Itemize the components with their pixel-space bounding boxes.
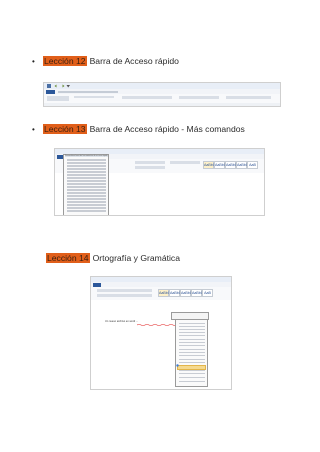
suggestion-item[interactable]	[179, 326, 205, 328]
style-title: AaB	[247, 161, 258, 169]
menu-item[interactable]	[67, 177, 106, 179]
menu-item[interactable]	[179, 359, 205, 361]
menu-item[interactable]	[67, 201, 106, 203]
menu-item[interactable]	[67, 210, 106, 212]
ribbon-controls-a	[47, 96, 69, 101]
ribbon-controls-e	[226, 96, 271, 99]
font-controls	[97, 289, 152, 292]
document-page	[91, 300, 231, 389]
spelling-underline	[137, 324, 177, 326]
lesson-number: Lección 12	[43, 56, 87, 66]
menu-item[interactable]	[67, 165, 106, 167]
undo-icon	[54, 84, 57, 88]
document-text: Un nuevo archivo en word ...	[105, 320, 139, 323]
font-controls-2	[135, 166, 165, 169]
menu-item[interactable]	[67, 162, 106, 164]
menu-item[interactable]	[67, 204, 106, 206]
bullet: •	[32, 57, 35, 66]
suggestion-item[interactable]	[179, 329, 205, 331]
menu-item[interactable]	[179, 342, 205, 344]
tab-file	[46, 89, 55, 94]
menu-item[interactable]	[67, 183, 106, 185]
menu-item[interactable]	[67, 207, 106, 209]
lesson-title: Barra de Acceso rápido - Más comandos	[89, 124, 245, 134]
menu-item[interactable]	[179, 349, 205, 351]
bullet: •	[32, 125, 35, 134]
lesson-heading-12: Lección 12 Barra de Acceso rápido	[43, 56, 179, 67]
menu-item[interactable]	[67, 192, 106, 194]
screenshot-quick-access-bar	[43, 82, 281, 107]
menu-item[interactable]	[179, 381, 205, 383]
lesson-heading-14: Lección 14 Ortografía y Gramática	[46, 253, 180, 264]
menu-item[interactable]	[67, 159, 106, 161]
ribbon-controls-b	[74, 96, 114, 98]
menu-item[interactable]	[179, 370, 205, 372]
spelling-check-icon	[176, 364, 179, 367]
lesson-number: Lección 13	[43, 124, 87, 134]
customize-toolbar-icon	[66, 85, 70, 88]
menu-item[interactable]	[67, 189, 106, 191]
ribbon-controls-c	[122, 96, 172, 99]
screenshot-customize-menu: AaBbCcDc AaBbCcDc AaBbCcDc AaBbCcDc AaB …	[54, 148, 265, 216]
style-heading2: AaBbCcDc	[191, 289, 210, 297]
screenshot-spelling-menu: AaBbCcDc AaBbCcDc AaBbCcDc AaBbCcDc AaB …	[90, 276, 232, 390]
suggestion-item[interactable]	[179, 335, 205, 337]
style-no-spacing: AaBbCcDc	[169, 289, 188, 297]
menu-item[interactable]	[179, 345, 205, 347]
tab-group	[58, 90, 118, 93]
menu-item[interactable]	[67, 171, 106, 173]
suggestion-item[interactable]	[179, 332, 205, 334]
lesson-number: Lección 14	[46, 253, 90, 263]
style-title: AaB	[202, 289, 213, 297]
lesson-heading-13: Lección 13 Barra de Acceso rápido - Más c…	[43, 124, 245, 135]
style-heading2: AaBbCcDc	[236, 161, 255, 169]
ribbon-bottom	[44, 103, 280, 106]
spelling-context-menu	[175, 319, 208, 387]
menu-item[interactable]	[67, 168, 106, 170]
menu-item[interactable]	[179, 355, 205, 357]
menu-item[interactable]	[67, 195, 106, 197]
save-icon	[47, 84, 51, 88]
menu-item[interactable]	[67, 174, 106, 176]
menu-item[interactable]	[179, 362, 205, 364]
menu-item[interactable]	[179, 373, 205, 375]
menu-item[interactable]	[67, 180, 106, 182]
menu-item[interactable]	[67, 198, 106, 200]
customize-dropdown: Personalizar barra de herramientas de ac…	[63, 154, 109, 215]
font-controls	[135, 161, 165, 164]
style-no-spacing: AaBbCcDc	[214, 161, 233, 169]
lesson-title: Ortografía y Gramática	[92, 253, 180, 263]
style-heading1: AaBbCcDc	[180, 289, 199, 297]
paragraph-controls	[97, 294, 152, 297]
menu-item[interactable]	[179, 352, 205, 354]
lesson-title: Barra de Acceso rápido	[89, 56, 179, 66]
menu-title: Personalizar barra de herramientas de ac…	[65, 155, 108, 158]
redo-icon	[62, 84, 65, 88]
style-normal: AaBbCcDc	[158, 289, 177, 297]
suggestion-item[interactable]	[179, 323, 205, 325]
ribbon-controls-d	[179, 96, 219, 99]
menu-item[interactable]	[179, 377, 205, 379]
style-heading1: AaBbCcDc	[225, 161, 244, 169]
style-normal: AaBbCcDc	[203, 161, 222, 169]
paragraph-controls	[170, 161, 200, 164]
tab-file	[93, 282, 101, 287]
menu-item[interactable]	[67, 186, 106, 188]
menu-item[interactable]	[179, 339, 205, 341]
